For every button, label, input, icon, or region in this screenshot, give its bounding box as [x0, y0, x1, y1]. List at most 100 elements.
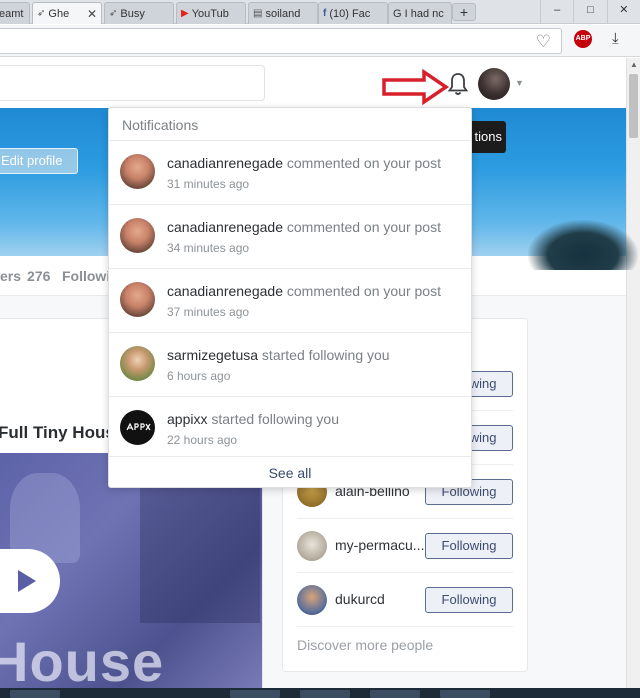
close-window-icon[interactable]: ✕	[606, 0, 640, 24]
facebook-icon: f	[323, 8, 327, 19]
browser-tab[interactable]: ▶ YouTub	[176, 2, 246, 24]
post-video-thumbnail[interactable]: House	[0, 453, 262, 689]
notifications-dropdown: Notifications canadianrenegade commented…	[108, 107, 472, 488]
tab-close-icon[interactable]: ✕	[83, 7, 97, 21]
download-icon[interactable]: ⤓	[612, 30, 619, 47]
edit-profile-button[interactable]: Edit profile	[0, 148, 78, 174]
play-button[interactable]	[0, 549, 60, 613]
taskbar-item[interactable]	[440, 690, 490, 698]
notification-avatar[interactable]	[120, 154, 155, 189]
notification-item[interactable]: canadianrenegade commented on your post …	[109, 269, 471, 333]
browser-tab-active[interactable]: ➶ Ghe ✕	[32, 2, 102, 24]
appixx-logo-icon	[126, 422, 151, 431]
notification-text: canadianrenegade commented on your post	[167, 219, 441, 235]
followers-label: ers	[0, 268, 22, 284]
notification-text: canadianrenegade commented on your post	[167, 283, 441, 299]
notification-action: started following you	[207, 411, 339, 427]
notification-action: commented on your post	[283, 219, 441, 235]
notification-time: 22 hours ago	[167, 433, 238, 447]
browser-toolbar: ♡ ABP ⤓	[0, 25, 640, 57]
youtube-icon: ▶	[181, 8, 189, 19]
new-tab-button[interactable]: +	[452, 3, 476, 21]
notification-time: 37 minutes ago	[167, 305, 250, 319]
tab-title: Busy	[120, 7, 145, 20]
following-button[interactable]: Following	[425, 533, 513, 559]
person-avatar[interactable]	[297, 531, 327, 561]
window-controls: – □ ✕	[540, 0, 640, 24]
notification-username[interactable]: canadianrenegade	[167, 155, 283, 171]
play-icon	[18, 570, 36, 592]
tab-title: Ghe	[48, 7, 70, 20]
notification-time: 6 hours ago	[167, 369, 231, 383]
notifications-chip[interactable]: tions	[468, 121, 506, 153]
page-scrollbar[interactable]: ▲	[626, 58, 640, 690]
feather-icon: ➶	[37, 8, 46, 19]
notification-item[interactable]: sarmizegetusa started following you 6 ho…	[109, 333, 471, 397]
notification-item[interactable]: canadianrenegade commented on your post …	[109, 141, 471, 205]
notification-item[interactable]: appixx started following you 22 hours ag…	[109, 397, 471, 457]
tab-title: eamt	[0, 7, 24, 20]
site-search-input[interactable]	[0, 65, 265, 101]
page-icon: ▤	[253, 8, 263, 19]
notification-avatar[interactable]	[120, 218, 155, 253]
notification-avatar[interactable]	[120, 282, 155, 317]
followers-count: 276	[27, 268, 51, 284]
notification-action: commented on your post	[283, 155, 441, 171]
person-name[interactable]: dukurcd	[335, 591, 425, 607]
notification-username[interactable]: canadianrenegade	[167, 219, 283, 235]
chevron-down-icon[interactable]: ▼	[515, 78, 524, 88]
user-avatar[interactable]	[478, 68, 510, 100]
maximize-icon[interactable]: □	[573, 0, 606, 24]
feather-icon: ➶	[109, 8, 118, 19]
followers-stat[interactable]: ers 276	[0, 268, 50, 284]
person-row: my-permacu... Following	[297, 519, 513, 573]
notification-username[interactable]: sarmizegetusa	[167, 347, 258, 363]
screenshot-root: eamt ➶ Ghe ✕ ➶ Busy ▶ YouTub ▤ soiland f…	[0, 0, 640, 698]
site-header	[0, 58, 626, 108]
taskbar-item[interactable]	[230, 690, 280, 698]
browser-tab[interactable]: eamt	[0, 2, 30, 24]
red-arrow-annotation-icon	[382, 68, 450, 106]
notification-text: canadianrenegade commented on your post	[167, 155, 441, 171]
notification-time: 31 minutes ago	[167, 177, 250, 191]
tab-title: (10) Fac	[329, 7, 371, 20]
notification-text: sarmizegetusa started following you	[167, 347, 390, 363]
thumbnail-building	[140, 483, 260, 623]
tab-title: YouTub	[191, 7, 229, 20]
cover-tree	[528, 220, 638, 270]
following-button[interactable]: Following	[425, 587, 513, 613]
taskbar-item[interactable]	[370, 690, 420, 698]
scroll-up-icon[interactable]: ▲	[627, 58, 640, 72]
browser-tab[interactable]: ▤ soiland	[248, 2, 318, 24]
person-avatar[interactable]	[297, 585, 327, 615]
notification-username[interactable]: appixx	[167, 411, 207, 427]
bell-icon[interactable]	[446, 71, 470, 97]
notification-item[interactable]: canadianrenegade commented on your post …	[109, 205, 471, 269]
minimize-icon[interactable]: –	[540, 0, 573, 24]
notification-avatar[interactable]	[120, 410, 155, 445]
see-all-link[interactable]: See all	[109, 458, 471, 488]
discover-more-link[interactable]: Discover more people	[297, 637, 433, 653]
notification-text: appixx started following you	[167, 411, 339, 427]
browser-tab[interactable]: f (10) Fac	[318, 2, 388, 24]
following-stat[interactable]: Followi	[62, 268, 110, 284]
notifications-header: Notifications	[109, 108, 471, 141]
scrollbar-thumb[interactable]	[629, 74, 638, 138]
taskbar-item[interactable]	[300, 690, 350, 698]
browser-tab[interactable]: ➶ Busy	[104, 2, 174, 24]
tab-title: G I had nc	[393, 7, 444, 20]
taskbar-item[interactable]	[10, 690, 60, 698]
os-taskbar	[0, 688, 640, 698]
notification-username[interactable]: canadianrenegade	[167, 283, 283, 299]
adblock-icon[interactable]: ABP	[574, 30, 592, 48]
notification-time: 34 minutes ago	[167, 241, 250, 255]
notification-action: started following you	[258, 347, 390, 363]
heart-icon[interactable]: ♡	[536, 32, 551, 52]
person-row: dukurcd Following	[297, 573, 513, 627]
notification-action: commented on your post	[283, 283, 441, 299]
notification-avatar[interactable]	[120, 346, 155, 381]
browser-tab[interactable]: G I had nc	[388, 2, 452, 24]
person-name[interactable]: my-permacu...	[335, 537, 425, 553]
tab-title: soiland	[265, 7, 301, 20]
address-bar[interactable]: ♡	[0, 28, 562, 54]
